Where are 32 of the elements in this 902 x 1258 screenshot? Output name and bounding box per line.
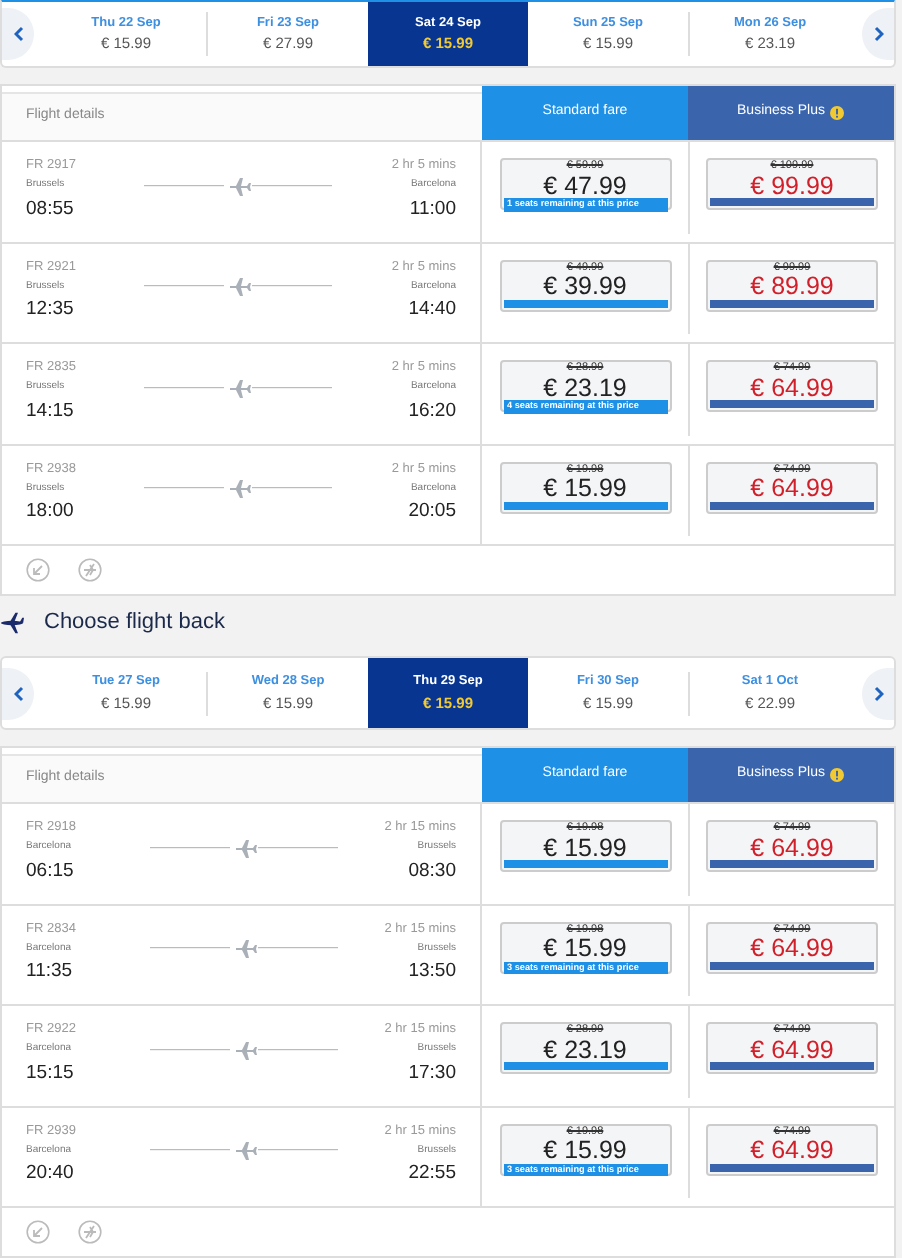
departure-time: 20:40 [26,1160,74,1189]
departure-time: 18:00 [26,498,74,527]
departure-time: 08:55 [26,195,74,224]
chevron-right-icon [873,26,883,42]
arrival-time: 17:30 [408,1059,456,1088]
chevron-right-icon [873,685,883,701]
info-icon[interactable] [830,106,845,120]
arrival-time: 14:40 [408,296,456,325]
previous-button[interactable] [2,667,34,719]
info-icon[interactable] [830,768,845,782]
departure-time: 12:35 [26,296,74,325]
arrival-time: 22:55 [408,1160,456,1189]
departure-time: 11:35 [26,958,73,987]
previous-button[interactable] [2,8,34,60]
departure-time: 14:15 [26,397,74,426]
section-heading: Choose flight back [44,607,225,638]
chevron-left-icon [13,26,23,42]
arrival-time: 20:05 [408,498,456,527]
arrival-time: 08:30 [408,857,456,886]
departure-time: 06:15 [26,857,74,886]
departure-time: 15:15 [26,1059,74,1088]
next-button[interactable] [862,8,894,60]
plane-circle-icon[interactable] [78,1220,102,1244]
arrival-time: 13:50 [408,958,456,987]
arrow-circle-icon[interactable] [26,558,50,582]
arrival-time: 11:00 [409,195,456,224]
plane-circle-icon[interactable] [78,558,102,582]
arrival-time: 16:20 [408,397,456,426]
chevron-left-icon [13,685,23,701]
next-button[interactable] [862,667,894,719]
plane-icon [0,611,24,633]
arrow-circle-icon[interactable] [26,1220,50,1244]
